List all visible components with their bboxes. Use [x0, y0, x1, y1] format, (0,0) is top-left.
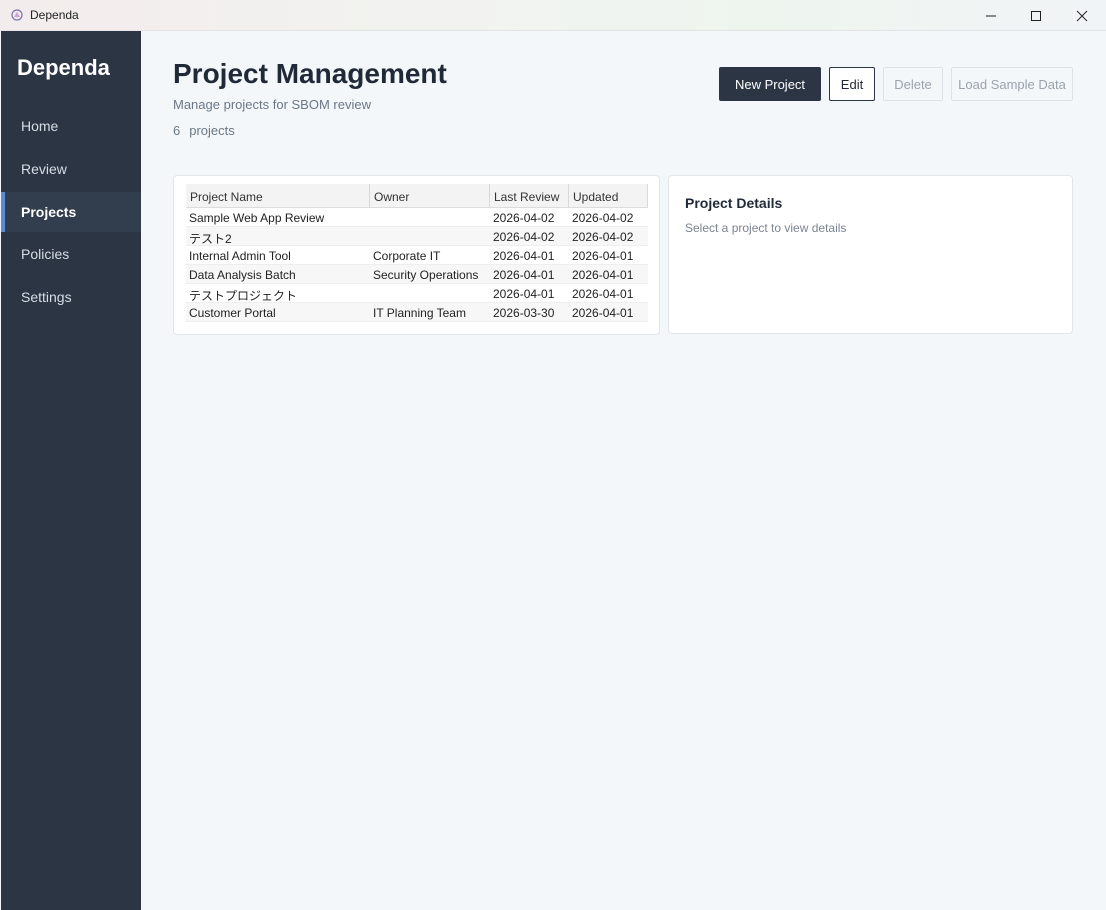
title-bar: Dependa [0, 0, 1106, 31]
minimize-icon [986, 15, 996, 16]
cell-last-review: 2026-04-02 [493, 211, 555, 225]
sidebar-item-policies[interactable]: Policies [1, 234, 141, 274]
sidebar: Dependa Home Review Projects Policies Se… [1, 31, 141, 910]
sidebar-item-label: Review [21, 161, 67, 177]
column-header-updated[interactable]: Updated [569, 184, 648, 207]
column-header-last-review[interactable]: Last Review [490, 184, 569, 207]
table-header: Project Name Owner Last Review Updated [186, 184, 648, 208]
table-row[interactable]: Sample Web App Review 2026-04-02 2026-04-0… [186, 208, 648, 227]
table-row[interactable]: Customer Portal IT Planning Team 2026-03-3… [186, 303, 648, 322]
sidebar-item-label: Settings [21, 289, 72, 305]
project-count-label: projects [189, 123, 235, 138]
page-title: Project Management [173, 58, 447, 89]
sidebar-item-label: Home [21, 118, 59, 134]
edit-button[interactable]: Edit [829, 67, 875, 101]
details-hint: Select a project to view details [685, 221, 847, 235]
project-count: 6 projects [173, 123, 235, 138]
sidebar-item-label: Projects [21, 204, 77, 220]
cell-updated: 2026-04-01 [572, 306, 634, 320]
maximize-icon [1031, 10, 1041, 21]
project-count-value: 6 [173, 123, 181, 138]
close-icon [1076, 10, 1088, 21]
sidebar-item-projects[interactable]: Projects [1, 192, 141, 232]
cell-owner [370, 208, 490, 226]
cell-owner: IT Planning Team [373, 306, 466, 320]
cell-owner: Corporate IT [373, 249, 441, 263]
sidebar-item-review[interactable]: Review [1, 149, 141, 189]
load-sample-data-button[interactable]: Load Sample Data [951, 67, 1073, 101]
column-header-owner[interactable]: Owner [370, 184, 490, 207]
window-title: Dependa [30, 8, 79, 22]
delete-button[interactable]: Delete [883, 67, 943, 101]
cell-project-name: Internal Admin Tool [189, 249, 291, 263]
cell-updated: 2026-04-02 [572, 230, 634, 244]
cell-owner: Security Operations [373, 268, 479, 282]
minimize-button[interactable] [968, 0, 1014, 31]
project-table-panel: Project Name Owner Last Review Updated S… [173, 175, 660, 335]
sidebar-item-home[interactable]: Home [1, 106, 141, 146]
table-row[interactable]: テスト2 2026-04-02 2026-04-02 [186, 227, 648, 246]
cell-updated: 2026-04-01 [572, 249, 634, 263]
app-icon [11, 9, 23, 21]
cell-last-review: 2026-04-01 [493, 268, 555, 282]
cell-last-review: 2026-04-01 [493, 287, 555, 301]
table-row[interactable]: Internal Admin Tool Corporate IT 2026-04-0… [186, 246, 648, 265]
cell-updated: 2026-04-01 [572, 287, 634, 301]
cell-owner [370, 284, 490, 302]
details-title: Project Details [685, 195, 783, 211]
project-table: Project Name Owner Last Review Updated S… [186, 184, 648, 322]
sidebar-item-label: Policies [21, 246, 70, 262]
cell-owner [370, 227, 490, 245]
cell-project-name: Data Analysis Batch [189, 268, 296, 282]
sidebar-item-settings[interactable]: Settings [1, 277, 141, 317]
cell-updated: 2026-04-01 [572, 268, 634, 282]
cell-project-name: Sample Web App Review [189, 211, 325, 225]
cell-last-review: 2026-04-01 [493, 249, 555, 263]
brand-logo: Dependa [17, 55, 110, 80]
maximize-button[interactable] [1013, 0, 1059, 31]
cell-project-name: テストプロジェクト [189, 289, 298, 302]
cell-last-review: 2026-04-02 [493, 230, 555, 244]
column-header-project-name[interactable]: Project Name [186, 184, 370, 207]
page-subtitle: Manage projects for SBOM review [173, 97, 371, 112]
cell-project-name: Customer Portal [189, 306, 276, 320]
close-button[interactable] [1059, 0, 1105, 31]
cell-project-name: テスト2 [189, 232, 232, 245]
table-row[interactable]: テストプロジェクト 2026-04-01 2026-04-01 [186, 284, 648, 303]
new-project-button[interactable]: New Project [719, 67, 821, 101]
project-details-panel: Project Details Select a project to view… [668, 175, 1073, 334]
table-row[interactable]: Data Analysis Batch Security Operations 20… [186, 265, 648, 284]
cell-updated: 2026-04-02 [572, 211, 634, 225]
cell-last-review: 2026-03-30 [493, 306, 555, 320]
